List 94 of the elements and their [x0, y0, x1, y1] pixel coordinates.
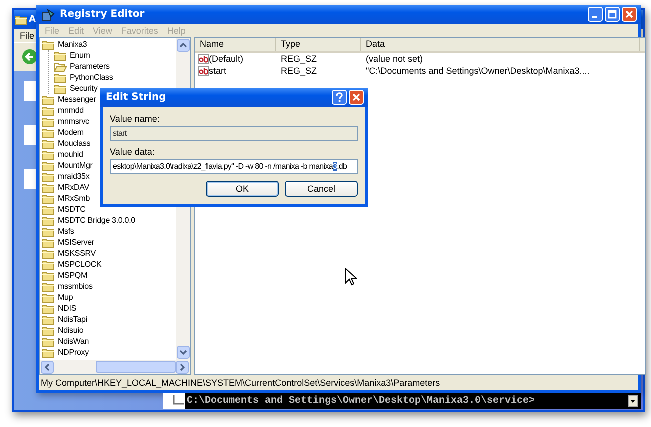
tree-item[interactable]: MRxSmb	[42, 193, 91, 204]
cancel-button[interactable]: Cancel	[285, 181, 358, 197]
folder-icon	[42, 248, 55, 260]
folder-icon	[42, 126, 55, 138]
field-label: Value name:	[110, 113, 161, 125]
folder-icon	[42, 116, 55, 128]
selected-text: 3	[332, 162, 338, 171]
console-prompt: C:\Documents and Settings\Owner\Desktop\Manixa3.0\service>	[187, 396, 536, 406]
tree-item[interactable]: Enum	[54, 50, 92, 61]
folder-icon	[54, 82, 67, 94]
value-name[interactable]: start	[209, 66, 227, 76]
column-header[interactable]: Name	[195, 38, 276, 51]
tree-item[interactable]: MRxDAV	[42, 182, 90, 193]
tree-item[interactable]: MSPCLOCK	[42, 259, 103, 270]
folder-icon	[42, 336, 55, 348]
value-type: REG_SZ	[280, 54, 318, 64]
tree-item[interactable]: MountMgr	[42, 160, 94, 171]
folder-icon	[42, 280, 55, 292]
folder-icon	[42, 270, 55, 282]
folder-icon	[42, 346, 55, 358]
open-folder-icon	[54, 60, 67, 72]
tree-item[interactable]: Messenger	[42, 94, 98, 105]
tree-item[interactable]: mnmdd	[42, 105, 85, 116]
column-header[interactable]: Data	[361, 38, 640, 51]
tree-item[interactable]: Manixa3	[42, 39, 88, 50]
folder-icon	[42, 38, 55, 50]
minimize-button[interactable]	[588, 7, 603, 22]
string-value-icon	[198, 54, 209, 64]
field-text: esktop\Manixa3.0\radixa\z2_flavia.py" -D -w 80 -n /manixa -b manixa	[113, 162, 333, 171]
menu-item[interactable]: File	[20, 30, 35, 40]
folder-icon	[42, 160, 55, 172]
tree-item[interactable]: Security	[54, 83, 99, 94]
tree-item[interactable]: mouhid	[42, 149, 84, 160]
tree-item[interactable]: NdisWan	[42, 336, 90, 347]
tree-item[interactable]: Ndisuio	[42, 325, 85, 336]
value-data: "C:\Documents and Settings\Owner\Desktop\Manixa3....	[365, 66, 591, 76]
tree-item[interactable]: NdisTapi	[42, 314, 88, 325]
tree-item[interactable]: NDIS	[42, 303, 78, 314]
window-title: Registry Editor	[60, 9, 145, 20]
console-icon	[173, 395, 185, 405]
folder-icon	[42, 214, 55, 226]
maximize-button[interactable]	[605, 7, 620, 22]
horizontal-scrollbar[interactable]	[40, 360, 190, 374]
tree-item[interactable]: MSKSSRV	[42, 248, 97, 259]
close-button[interactable]	[349, 90, 364, 105]
folder-icon	[42, 226, 55, 238]
folder-icon	[42, 94, 55, 106]
folder-icon	[42, 302, 55, 314]
tree-item[interactable]: Parameters	[54, 61, 111, 72]
tree-item[interactable]: MSIServer	[42, 237, 96, 248]
dialog-title: Edit String	[106, 92, 166, 103]
folder-icon	[42, 204, 55, 216]
folder-icon	[42, 170, 55, 182]
folder-icon	[42, 182, 55, 194]
field-text: start	[113, 129, 127, 138]
folder-icon	[42, 324, 55, 336]
registry-icon	[42, 8, 56, 22]
close-button[interactable]	[622, 7, 637, 22]
ok-button[interactable]: OK	[206, 181, 279, 197]
field-text: .db	[337, 162, 348, 171]
folder-icon	[42, 192, 55, 204]
tree-item[interactable]: mnmsrvc	[42, 116, 90, 127]
scrollbar-thumb[interactable]	[96, 361, 176, 373]
status-text: My Computer\HKEY_LOCAL_MACHINE\SYSTEM\CurrentControlSet\Services\Manixa3\Parameters	[41, 378, 440, 388]
tree-item[interactable]: Msfs	[42, 226, 76, 237]
folder-icon	[42, 314, 55, 326]
tree-item[interactable]: MSDTC	[42, 204, 87, 215]
folder-icon	[42, 138, 55, 150]
tree-item[interactable]: Mouclass	[42, 138, 92, 149]
tree-item[interactable]: NDProxy	[42, 347, 90, 358]
value-type: REG_SZ	[280, 66, 318, 76]
column-header[interactable]: Type	[276, 38, 361, 51]
tree-item[interactable]: PythonClass	[54, 72, 114, 83]
folder-icon	[42, 104, 55, 116]
value-data: (value not set)	[365, 54, 424, 64]
window-title: A	[29, 14, 36, 24]
folder-icon	[42, 292, 55, 304]
value-name[interactable]: (Default)	[209, 54, 244, 64]
folder-icon	[15, 14, 28, 26]
folder-icon	[42, 258, 55, 270]
input-field[interactable]: esktop\Manixa3.0\radixa\z2_flavia.py" -D -w 80 -n /manixa -b manixa3.db	[110, 159, 358, 174]
help-button[interactable]	[332, 90, 347, 105]
mouse-pointer-icon	[345, 268, 357, 286]
folder-icon	[54, 72, 67, 84]
field-label: Value data:	[110, 146, 156, 158]
string-value-icon	[198, 66, 209, 76]
tree-item[interactable]: mssmbios	[42, 281, 94, 292]
tree-item[interactable]: MSPQM	[42, 270, 88, 281]
tree-item[interactable]: MSDTC Bridge 3.0.0.0	[42, 215, 136, 226]
tree-item[interactable]: Mup	[42, 292, 74, 303]
folder-icon	[42, 148, 55, 160]
tree-item[interactable]: mraid35x	[42, 171, 91, 182]
tree-item[interactable]: Modem	[42, 127, 85, 138]
folder-icon	[42, 236, 55, 248]
